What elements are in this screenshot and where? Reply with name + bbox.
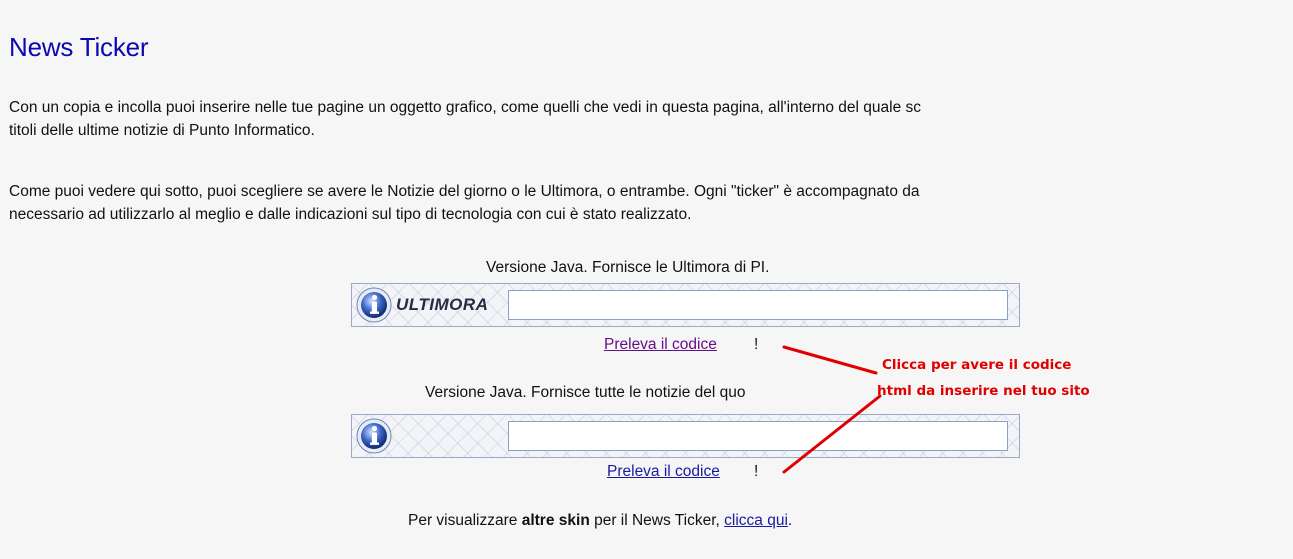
ticker-ultimora[interactable]: ULTIMORA <box>351 283 1020 327</box>
ticker-notizie-caption: Versione Java. Fornisce tutte le notizie… <box>425 384 746 401</box>
annotation-line-1: Clicca per avere il codice <box>882 357 1072 373</box>
intro-line-1: Con un copia e incolla puoi inserire nel… <box>9 99 922 116</box>
footer-middle: per il News Ticker, <box>589 512 725 529</box>
description-line-2: necessario ad utilizzarlo al meglio e da… <box>9 206 692 223</box>
description-line-1: Come puoi vedere qui sotto, puoi sceglie… <box>9 183 920 200</box>
info-icon <box>356 418 392 454</box>
intro-line-2: titoli delle ultime notizie di Punto Inf… <box>9 122 315 139</box>
notizie-code-link-suffix: ! <box>754 463 759 480</box>
ticker-notizie[interactable] <box>351 414 1020 458</box>
notizie-code-link[interactable]: Preleva il codice <box>607 463 720 481</box>
ticker-brand-label: ULTIMORA <box>396 295 489 314</box>
intro-paragraph: Con un copia e incolla puoi inserire nel… <box>9 96 1293 142</box>
ticker-notizie-display <box>508 421 1008 451</box>
ticker-ultimora-display <box>508 290 1008 320</box>
ultimora-code-link-suffix: ! <box>754 336 759 353</box>
annotation-line-2: html da inserire nel tuo sito <box>877 383 1090 399</box>
info-icon <box>356 287 392 323</box>
footer-suffix: . <box>787 512 793 529</box>
footer-prefix: Per visualizzare <box>408 512 522 529</box>
description-paragraph: Come puoi vedere qui sotto, puoi sceglie… <box>9 180 1293 226</box>
annotation-arrow-upper <box>782 345 878 375</box>
ticker-ultimora-caption: Versione Java. Fornisce le Ultimora di P… <box>486 259 770 276</box>
ultimora-code-link[interactable]: Preleva il codice <box>604 336 717 354</box>
more-skins-link[interactable]: clicca qui <box>724 512 788 529</box>
footer-bold: altre skin <box>521 512 590 529</box>
footer-text: Per visualizzare altre skin per il News … <box>408 512 792 530</box>
page-title: News Ticker <box>9 32 149 62</box>
